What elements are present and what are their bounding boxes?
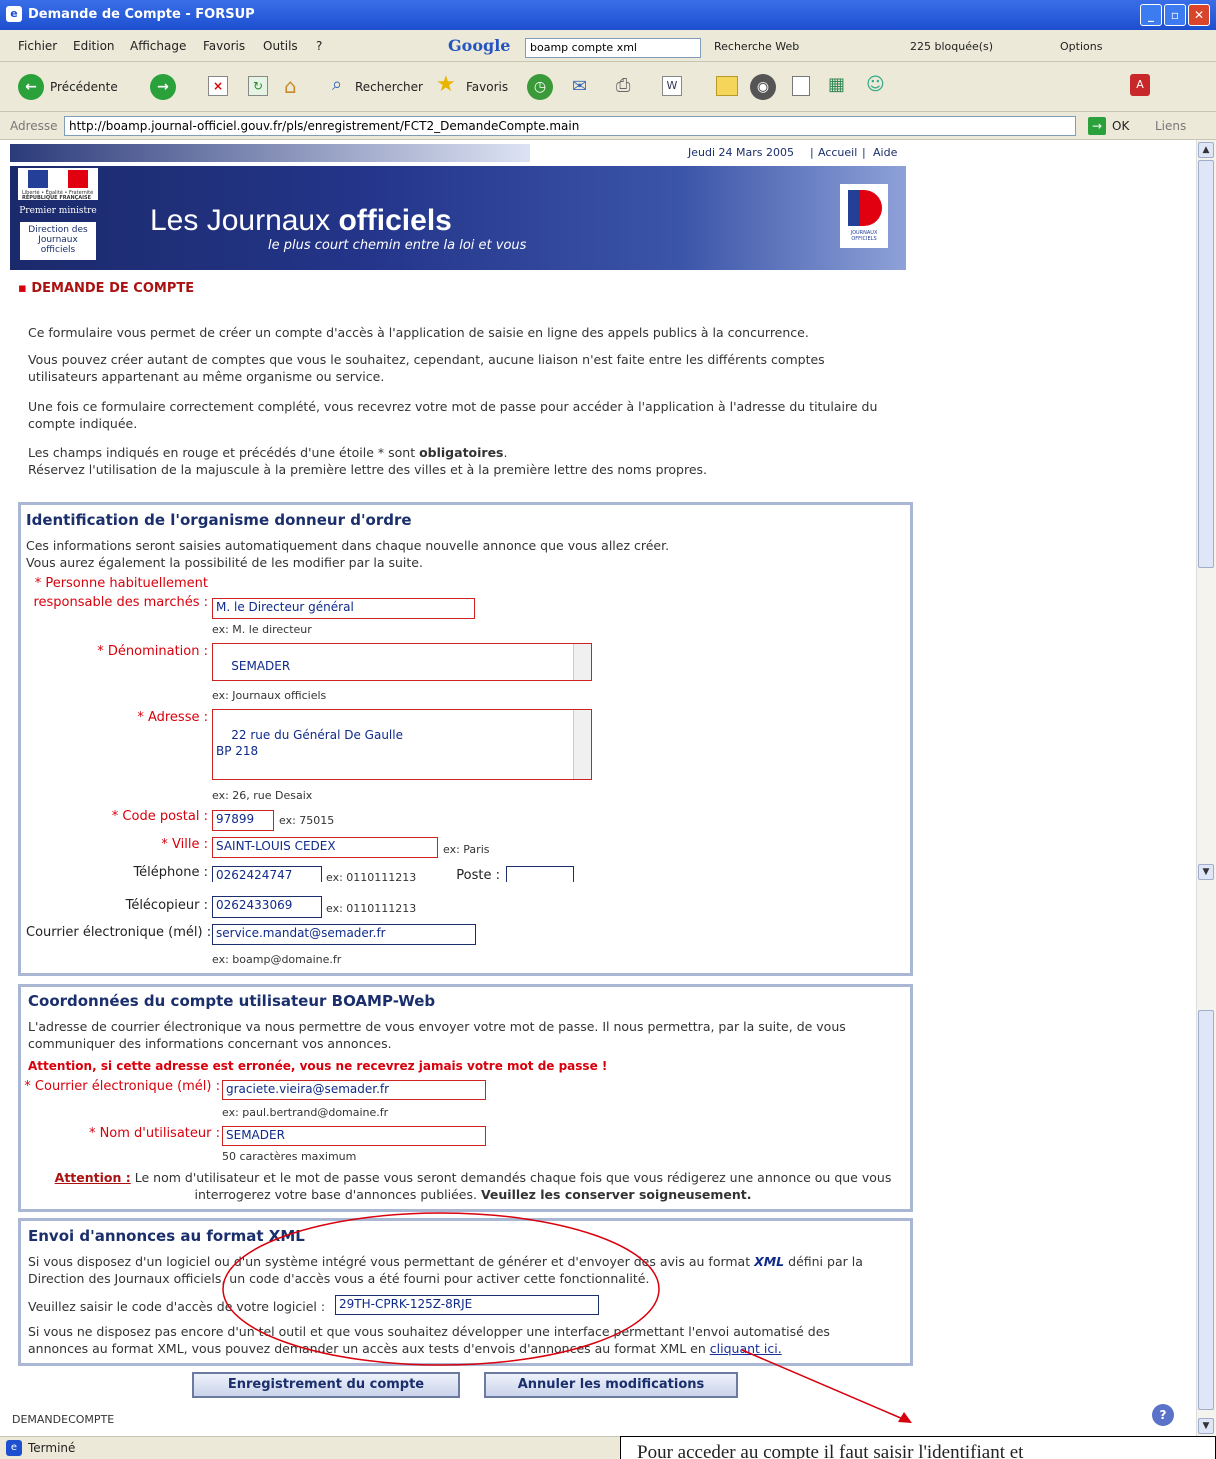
annotation-arrow-line bbox=[741, 1349, 911, 1423]
status-bar: e Terminé bbox=[0, 1436, 620, 1459]
status-text: Terminé bbox=[28, 1441, 76, 1455]
annotation-note: Pour acceder au compte il faut saisir l'… bbox=[620, 1436, 1216, 1459]
page-status-icon: e bbox=[6, 1440, 22, 1456]
annotation-ellipse bbox=[222, 1212, 660, 1366]
annotation-overlay bbox=[222, 1212, 912, 1423]
